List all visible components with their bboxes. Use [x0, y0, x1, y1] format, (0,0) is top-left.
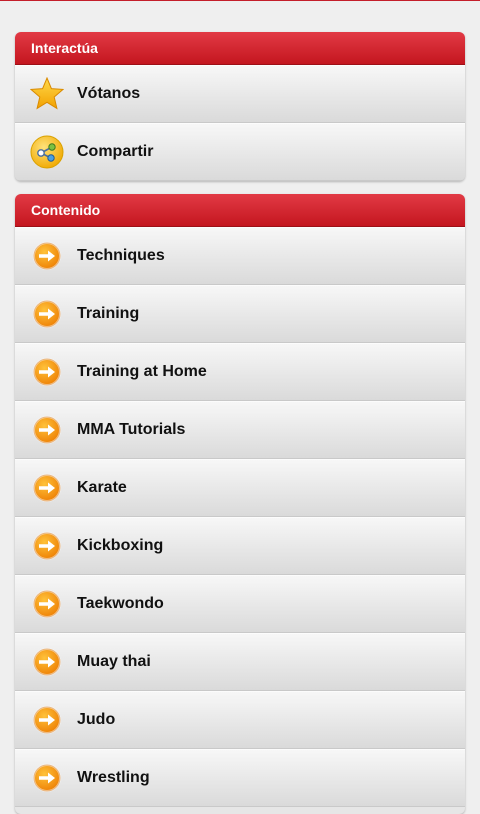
- content-item-label: Muay thai: [77, 653, 151, 670]
- content-item[interactable]: Wrestling: [15, 749, 465, 807]
- content-item[interactable]: Kickboxing: [15, 517, 465, 575]
- content-item[interactable]: Taekwondo: [15, 575, 465, 633]
- share-item[interactable]: Compartir: [15, 123, 465, 181]
- arrow-right-icon: [33, 590, 61, 618]
- content-list: Techniques Training Training at Home MMA Tu…: [15, 227, 465, 807]
- share-icon: [30, 135, 64, 169]
- content-item[interactable]: Training: [15, 285, 465, 343]
- content-item[interactable]: Judo: [15, 691, 465, 749]
- content-item[interactable]: Training at Home: [15, 343, 465, 401]
- arrow-right-icon: [33, 648, 61, 676]
- content-item-label: Wrestling: [77, 769, 150, 786]
- content-item[interactable]: Karate: [15, 459, 465, 517]
- content-item-label: Judo: [77, 711, 116, 728]
- arrow-right-icon: [33, 706, 61, 734]
- star-icon: [30, 77, 64, 110]
- content-item[interactable]: Techniques: [15, 227, 465, 285]
- interact-panel: Interactúa Vótanos Compartir: [15, 32, 465, 181]
- arrow-right-icon: [33, 242, 61, 270]
- content-item[interactable]: MMA Tutorials: [15, 401, 465, 459]
- content-item-label: Taekwondo: [77, 595, 164, 612]
- content-item-label: Training at Home: [77, 363, 207, 380]
- content-item-label: MMA Tutorials: [77, 421, 186, 438]
- arrow-right-icon: [33, 474, 61, 502]
- content-header: Contenido: [15, 194, 465, 227]
- content-item-label: Kickboxing: [77, 537, 164, 554]
- content-item[interactable]: Muay thai: [15, 633, 465, 691]
- content-item-label: Techniques: [77, 247, 165, 264]
- interact-header: Interactúa: [15, 32, 465, 65]
- vote-item[interactable]: Vótanos: [15, 65, 465, 123]
- arrow-right-icon: [33, 358, 61, 386]
- top-accent-bar: [0, 0, 480, 1]
- vote-label: Vótanos: [77, 85, 141, 102]
- arrow-right-icon: [33, 764, 61, 792]
- content-item-label: Training: [77, 305, 140, 322]
- share-label: Compartir: [77, 143, 154, 160]
- arrow-right-icon: [33, 416, 61, 444]
- content-panel: Contenido Techniques Training Training at …: [15, 194, 465, 814]
- arrow-right-icon: [33, 300, 61, 328]
- content-item-label: Karate: [77, 479, 127, 496]
- arrow-right-icon: [33, 532, 61, 560]
